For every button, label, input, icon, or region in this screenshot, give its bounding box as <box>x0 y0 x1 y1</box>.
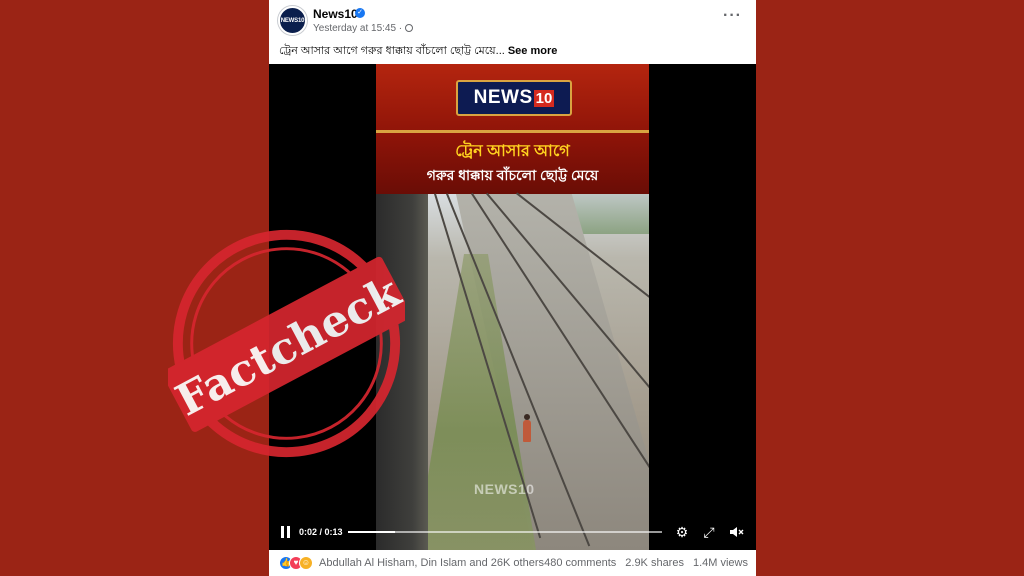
video-watermark: NEWS10 <box>474 481 535 497</box>
video-headline-line1: ট্রেন আসার আগে <box>455 143 570 160</box>
news10-logo: NEWS 10 <box>456 80 572 116</box>
gear-icon[interactable]: ⚙ <box>674 524 690 540</box>
post-caption: ট্রেন আসার আগে গরুর ধাক্কায় বাঁচলো ছোট্… <box>279 42 557 61</box>
post-stats: 480 comments 2.9K shares 1.4M views <box>535 557 748 569</box>
reaction-summary[interactable]: Abdullah Al Hisham, Din Islam and 26K ot… <box>319 557 544 569</box>
child-figure <box>523 414 531 442</box>
video-headline-line2: গরুর ধাক্কায় বাঁচলো ছোট্ট মেয়ে <box>426 167 599 183</box>
stamp-text: Factcheck <box>168 266 405 427</box>
care-reaction-icon: ☺ <box>299 556 313 570</box>
news-banner: NEWS 10 ট্রেন আসার আগে গরুর ধাক্কায় বাঁচ… <box>376 64 649 194</box>
pause-icon[interactable] <box>281 526 291 538</box>
more-options-icon[interactable]: ··· <box>723 8 742 24</box>
banner-divider <box>376 130 649 133</box>
verified-badge-icon: ✓ <box>355 8 365 18</box>
volume-muted-icon[interactable] <box>728 524 744 540</box>
avatar[interactable]: NEWS10 <box>278 6 307 35</box>
see-more-link[interactable]: See more <box>508 45 558 57</box>
fullscreen-icon[interactable]: ⤢ <box>701 524 717 540</box>
views-count: 1.4M views <box>692 557 748 569</box>
railway-scene: NEWS10 <box>376 192 649 550</box>
caption-text: ট্রেন আসার আগে গরুর ধাক্কায় বাঁচলো ছোট্… <box>279 45 505 57</box>
post-footer: 👍 ♥ ☺ Abdullah Al Hisham, Din Islam and … <box>269 550 756 576</box>
video-controls: 0:02 / 0:13 ⚙ ⤢ <box>269 514 756 550</box>
logo-text: NEWS <box>473 87 533 108</box>
post-meta: Yesterday at 15:45 · <box>313 23 414 34</box>
post-header: NEWS10 News10 ✓ Yesterday at 15:45 · ··· <box>269 0 756 40</box>
video-progress-fill <box>348 531 396 533</box>
reaction-icons[interactable]: 👍 ♥ ☺ <box>279 556 315 570</box>
comments-count[interactable]: 480 comments <box>544 557 616 569</box>
video-frame: NEWS 10 ট্রেন আসার আগে গরুর ধাক্কায় বাঁচ… <box>376 64 649 550</box>
factcheck-stamp: Factcheck <box>168 229 405 458</box>
video-time: 0:02 / 0:13 <box>299 527 343 537</box>
video-progress-bar[interactable] <box>348 531 662 533</box>
logo-number: 10 <box>533 89 555 107</box>
page-name[interactable]: News10 <box>313 7 358 21</box>
avatar-logo-text: NEWS10 <box>280 17 305 24</box>
shares-count[interactable]: 2.9K shares <box>625 557 684 569</box>
post-timestamp[interactable]: Yesterday at 15:45 <box>313 23 396 34</box>
globe-icon <box>405 24 414 32</box>
